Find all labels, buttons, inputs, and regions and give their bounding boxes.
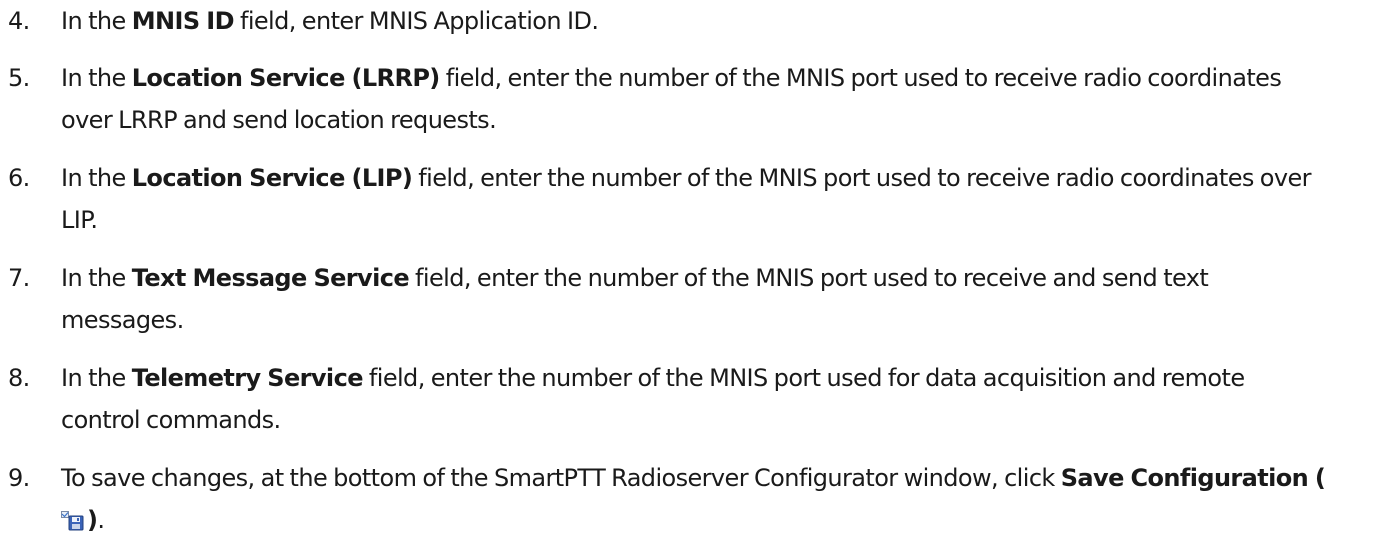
step-text: In the MNIS ID field, enter MNIS Applica… xyxy=(61,0,1391,42)
text-run: To save changes, at the bottom of the Sm… xyxy=(61,464,1061,492)
step-line: In the Location Service (LIP) field, ent… xyxy=(61,157,1391,199)
step-line: control commands. xyxy=(61,406,281,434)
step-line: In the Location Service (LRRP) field, en… xyxy=(61,57,1391,99)
step-number: 7. xyxy=(8,264,30,292)
save-configuration-icon xyxy=(61,502,85,531)
step-line: over LRRP and send location requests. xyxy=(61,106,497,134)
step-text: In the Text Message Service field, enter… xyxy=(61,257,1391,341)
step-number: 5. xyxy=(8,64,30,92)
step-number: 4. xyxy=(8,7,30,35)
text-run: field, enter MNIS Application ID. xyxy=(233,7,599,35)
step-number: 9. xyxy=(8,464,30,492)
step-line: messages. xyxy=(61,306,184,334)
text-run: In the xyxy=(61,264,132,292)
text-run: field, enter the number of the MNIS port… xyxy=(362,364,1245,392)
text-run: field, enter the number of the MNIS port… xyxy=(409,264,1209,292)
text-run: field, enter the number of the MNIS port… xyxy=(412,164,1311,192)
closing-paren: ) xyxy=(87,506,98,534)
step-text: In the Location Service (LRRP) field, en… xyxy=(61,57,1391,141)
step-text: In the Telemetry Service field, enter th… xyxy=(61,357,1391,441)
text-run: In the xyxy=(61,7,132,35)
field-name-mnis-id: MNIS ID xyxy=(131,7,235,35)
step-number: 8. xyxy=(8,364,30,392)
step-line: To save changes, at the bottom of the Sm… xyxy=(61,457,1391,499)
step-number: 6. xyxy=(8,164,30,192)
step-line: ). xyxy=(61,499,1391,541)
button-name-save-configuration: Save Configuration ( xyxy=(1060,464,1326,492)
step-text: To save changes, at the bottom of the Sm… xyxy=(61,457,1391,541)
text-run: In the xyxy=(61,364,132,392)
field-name-location-service-lip: Location Service (LIP) xyxy=(131,164,413,192)
step-line: LIP. xyxy=(61,206,98,234)
text-run: . xyxy=(97,506,105,534)
field-name-telemetry-service: Telemetry Service xyxy=(131,364,364,392)
text-run: In the xyxy=(61,64,132,92)
field-name-text-message-service: Text Message Service xyxy=(131,264,410,292)
field-name-location-service-lrrp: Location Service (LRRP) xyxy=(131,64,441,92)
step-text: In the Location Service (LIP) field, ent… xyxy=(61,157,1391,241)
text-run: field, enter the number of the MNIS port… xyxy=(439,64,1282,92)
step-line: In the MNIS ID field, enter MNIS Applica… xyxy=(61,0,1391,42)
step-line: In the Telemetry Service field, enter th… xyxy=(61,357,1391,399)
text-run: In the xyxy=(61,164,132,192)
step-line: In the Text Message Service field, enter… xyxy=(61,257,1391,299)
